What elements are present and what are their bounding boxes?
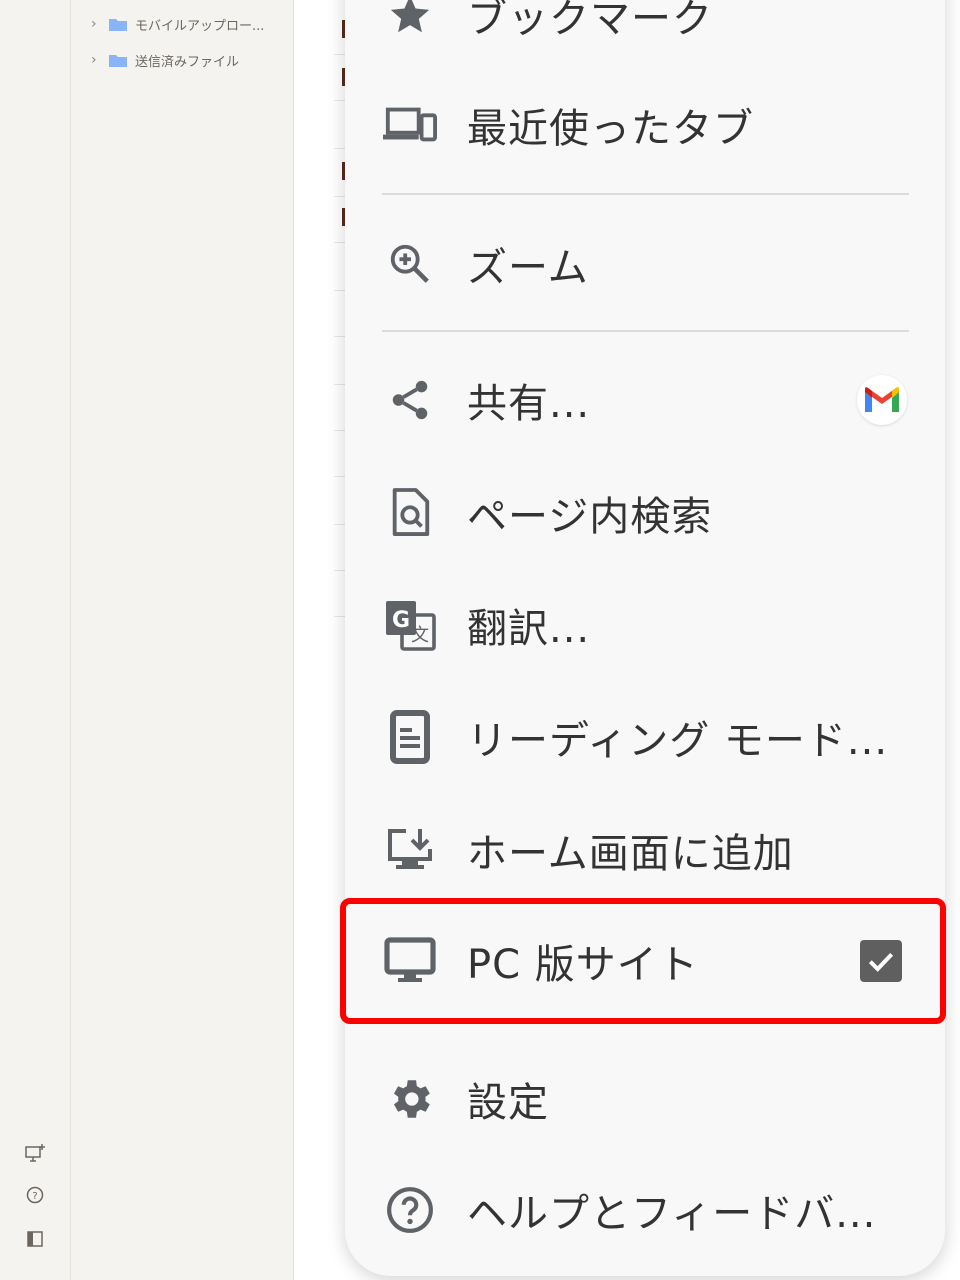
menu-item-label: ヘルプとフィードバ...: [467, 1191, 877, 1237]
menu-divider: [382, 193, 909, 195]
svg-text:?: ?: [32, 1191, 37, 1202]
tree-item-label: 送信済みファイル: [135, 54, 240, 70]
gmail-icon[interactable]: [857, 375, 907, 425]
sidebar-toggle-icon[interactable]: [24, 1228, 46, 1250]
menu-item-label: 最近使ったタブ: [467, 106, 754, 152]
menu-item-reading-mode[interactable]: リーディング モード...: [345, 689, 945, 785]
tree-item-label: モバイルアップロー...: [135, 18, 265, 34]
star-icon: [383, 0, 437, 42]
menu-item-label: 翻訳...: [467, 606, 591, 652]
menu-item-label: リーディング モード...: [467, 718, 889, 764]
chevron-right-icon[interactable]: ›: [91, 52, 101, 68]
add-display-icon[interactable]: [24, 1142, 46, 1164]
svg-text:G: G: [392, 608, 410, 633]
menu-item-zoom[interactable]: ズーム: [345, 216, 945, 312]
tree-folder-mobile-uploads[interactable]: › モバイルアップロー...: [91, 10, 264, 38]
zoom-in-icon: [383, 237, 437, 291]
menu-item-bookmarks[interactable]: ブックマーク: [345, 0, 945, 63]
menu-item-label: ズーム: [467, 245, 589, 291]
menu-item-label: 共有...: [467, 381, 591, 427]
menu-item-label: ページ内検索: [467, 494, 713, 540]
menu-item-settings[interactable]: 設定: [345, 1051, 945, 1147]
menu-item-recent-tabs[interactable]: 最近使ったタブ: [345, 77, 945, 173]
reading-mode-icon: [383, 710, 437, 764]
browser-overflow-menu: ブックマーク 最近使ったタブ ズーム 共有... ページ内検索 G 文 翻訳..…: [345, 0, 945, 1276]
folder-tree-panel: › モバイルアップロー... › 送信済みファイル: [71, 0, 294, 1280]
menu-item-add-to-home[interactable]: ホーム画面に追加: [345, 802, 945, 898]
menu-item-label: 設定: [467, 1080, 549, 1126]
menu-item-label: ホーム画面に追加: [467, 831, 794, 877]
find-in-page-icon: [383, 486, 437, 540]
tree-folder-sent-files[interactable]: › 送信済みファイル: [91, 46, 239, 74]
translate-icon: G文: [383, 598, 437, 652]
add-to-home-icon: [383, 823, 437, 877]
chevron-right-icon[interactable]: ›: [91, 16, 101, 32]
menu-item-share[interactable]: 共有...: [345, 352, 945, 448]
folder-icon: [109, 17, 127, 31]
share-icon: [383, 373, 437, 427]
settings-icon: [383, 1072, 437, 1126]
help-circle-icon[interactable]: ?: [24, 1184, 46, 1206]
menu-item-translate[interactable]: G文 翻訳...: [345, 577, 945, 673]
svg-text:文: 文: [411, 625, 429, 646]
devices-icon: [383, 98, 437, 152]
menu-item-find-in-page[interactable]: ページ内検索: [345, 465, 945, 561]
help-icon: [383, 1183, 437, 1237]
highlight-box: [340, 898, 946, 1024]
menu-item-help-feedback[interactable]: ヘルプとフィードバ...: [345, 1162, 945, 1258]
folder-icon: [109, 53, 127, 67]
left-icon-rail: ?: [0, 0, 71, 1280]
menu-item-label: ブックマーク: [467, 0, 713, 42]
menu-divider: [382, 330, 909, 332]
